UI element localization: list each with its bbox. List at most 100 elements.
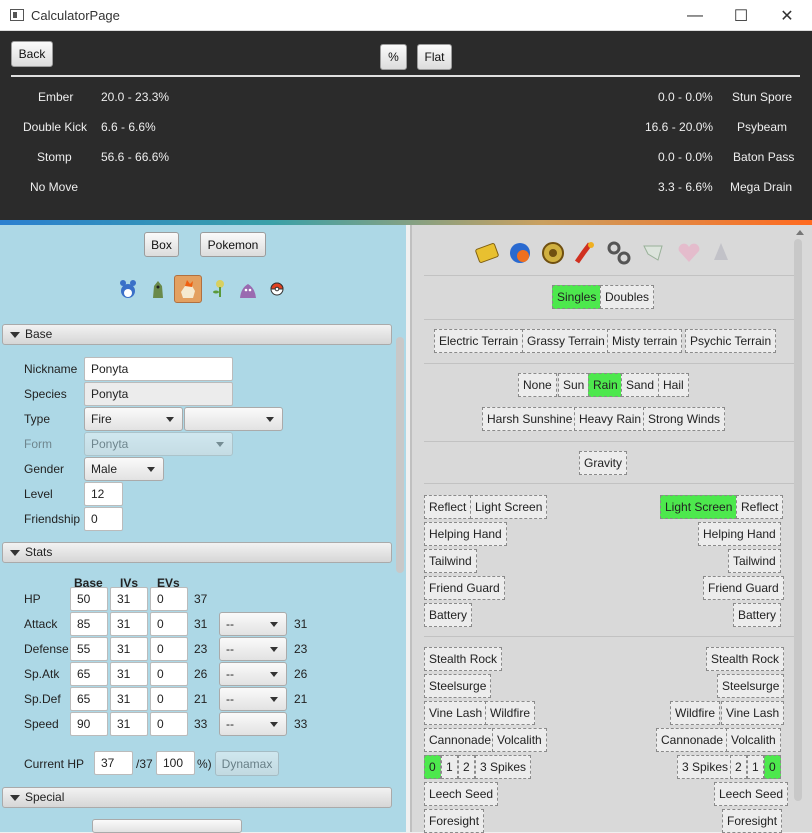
nickname-input[interactable]: Ponyta [84, 357, 233, 381]
battery-left[interactable]: Battery [424, 603, 473, 627]
stat-base-input[interactable]: 55 [70, 637, 108, 661]
gender-select[interactable]: Male [84, 457, 164, 481]
stealth-rock-right[interactable]: Stealth Rock [706, 647, 785, 671]
link-icon[interactable] [606, 240, 632, 266]
reflect-left[interactable]: Reflect [424, 495, 472, 519]
grimer-icon[interactable] [237, 278, 259, 300]
terrain-grassy[interactable]: Grassy Terrain [522, 329, 610, 353]
stat-ev-input[interactable]: 0 [150, 612, 188, 636]
ball-icon[interactable] [507, 240, 533, 266]
hook-icon[interactable] [572, 240, 598, 266]
special-section-header[interactable]: Special [2, 787, 392, 808]
stat-base-input[interactable]: 85 [70, 612, 108, 636]
spikes-3-left[interactable]: 3 Spikes [475, 755, 532, 779]
weather-strong-winds[interactable]: Strong Winds [643, 407, 726, 431]
pokemon-button[interactable]: Pokemon [200, 232, 266, 257]
spikes-0-right[interactable]: 0 [764, 755, 781, 779]
wildfire-right[interactable]: Wildfire [670, 701, 721, 725]
spikes-3-right[interactable]: 3 Spikes [677, 755, 734, 779]
back-button[interactable]: Back [11, 41, 53, 67]
spikes-2-left[interactable]: 2 [458, 755, 475, 779]
stealth-rock-left[interactable]: Stealth Rock [424, 647, 503, 671]
vine-lash-left[interactable]: Vine Lash [424, 701, 488, 725]
volcalith-right[interactable]: Volcalith [726, 728, 781, 752]
stat-iv-input[interactable]: 31 [110, 637, 148, 661]
nature-modifier-select[interactable]: -- [219, 662, 287, 686]
spikes-1-right[interactable]: 1 [747, 755, 764, 779]
form-select[interactable]: Ponyta [84, 432, 233, 456]
right-scrollbar[interactable] [794, 239, 802, 801]
minimize-button[interactable]: — [672, 0, 718, 31]
species-field[interactable]: Ponyta [84, 382, 233, 406]
type2-select[interactable] [184, 407, 283, 431]
stat-base-input[interactable]: 90 [70, 712, 108, 736]
weather-hail[interactable]: Hail [658, 373, 689, 397]
opp-move-name[interactable]: Baton Pass [733, 150, 794, 164]
singles-toggle[interactable]: Singles [552, 285, 602, 309]
bellsprout-icon[interactable] [209, 278, 231, 300]
my-move-name[interactable]: Ember [38, 90, 73, 104]
stat-ev-input[interactable]: 0 [150, 687, 188, 711]
pokeball-icon[interactable] [269, 281, 285, 297]
stat-ev-input[interactable]: 0 [150, 637, 188, 661]
scarf-icon[interactable] [640, 240, 666, 266]
helping-hand-left[interactable]: Helping Hand [424, 522, 507, 546]
my-move-name[interactable]: No Move [30, 180, 78, 194]
stat-iv-input[interactable]: 31 [110, 662, 148, 686]
wildfire-left[interactable]: Wildfire [485, 701, 536, 725]
stat-iv-input[interactable]: 31 [110, 687, 148, 711]
stat-ev-input[interactable]: 0 [150, 662, 188, 686]
leech-seed-left[interactable]: Leech Seed [424, 782, 499, 806]
percent-button[interactable]: % [380, 44, 407, 70]
special-select[interactable] [92, 819, 242, 833]
hp-percent-input[interactable]: 100 [156, 751, 195, 775]
larvitar-icon[interactable] [147, 278, 169, 300]
weather-none[interactable]: None [518, 373, 557, 397]
light-screen-left[interactable]: Light Screen [470, 495, 548, 519]
stats-section-header[interactable]: Stats [2, 542, 392, 563]
my-move-name[interactable]: Stomp [37, 150, 72, 164]
tailwind-right[interactable]: Tailwind [728, 549, 781, 573]
spikes-1-left[interactable]: 1 [441, 755, 458, 779]
leech-seed-right[interactable]: Leech Seed [714, 782, 789, 806]
dynamax-button[interactable]: Dynamax [215, 751, 279, 776]
friend-guard-left[interactable]: Friend Guard [424, 576, 505, 600]
weather-heavy-rain[interactable]: Heavy Rain [574, 407, 647, 431]
spikes-2-right[interactable]: 2 [730, 755, 747, 779]
light-screen-right[interactable]: Light Screen [660, 495, 738, 519]
stat-ev-input[interactable]: 0 [150, 587, 188, 611]
opp-move-name[interactable]: Mega Drain [730, 180, 792, 194]
opp-move-name[interactable]: Stun Spore [732, 90, 792, 104]
drop-icon[interactable] [708, 240, 734, 266]
foresight-right[interactable]: Foresight [722, 809, 783, 833]
foresight-left[interactable]: Foresight [424, 809, 485, 833]
flat-button[interactable]: Flat [417, 44, 452, 70]
level-input[interactable]: 12 [84, 482, 123, 506]
box-button[interactable]: Box [144, 232, 179, 257]
current-hp-input[interactable]: 37 [94, 751, 133, 775]
stat-iv-input[interactable]: 31 [110, 612, 148, 636]
reflect-right[interactable]: Reflect [736, 495, 784, 519]
battery-right[interactable]: Battery [733, 603, 782, 627]
vine-lash-right[interactable]: Vine Lash [721, 701, 785, 725]
bell-icon[interactable] [540, 240, 566, 266]
friend-guard-right[interactable]: Friend Guard [703, 576, 784, 600]
stat-base-input[interactable]: 65 [70, 662, 108, 686]
stat-iv-input[interactable]: 31 [110, 587, 148, 611]
stat-base-input[interactable]: 65 [70, 687, 108, 711]
terrain-psychic[interactable]: Psychic Terrain [685, 329, 777, 353]
cannonade-right[interactable]: Cannonade [656, 728, 729, 752]
opp-move-name[interactable]: Psybeam [737, 120, 787, 134]
steelsurge-right[interactable]: Steelsurge [717, 674, 785, 698]
friendship-input[interactable]: 0 [84, 507, 123, 531]
nature-modifier-select[interactable]: -- [219, 687, 287, 711]
type1-select[interactable]: Fire [84, 407, 183, 431]
weather-sun[interactable]: Sun [558, 373, 590, 397]
spikes-0-left[interactable]: 0 [424, 755, 441, 779]
nature-modifier-select[interactable]: -- [219, 612, 287, 636]
terrain-misty[interactable]: Misty terrain [607, 329, 683, 353]
tailwind-left[interactable]: Tailwind [424, 549, 477, 573]
scroll-up-icon[interactable] [796, 230, 804, 235]
volcalith-left[interactable]: Volcalith [492, 728, 547, 752]
cannonade-left[interactable]: Cannonade [424, 728, 497, 752]
